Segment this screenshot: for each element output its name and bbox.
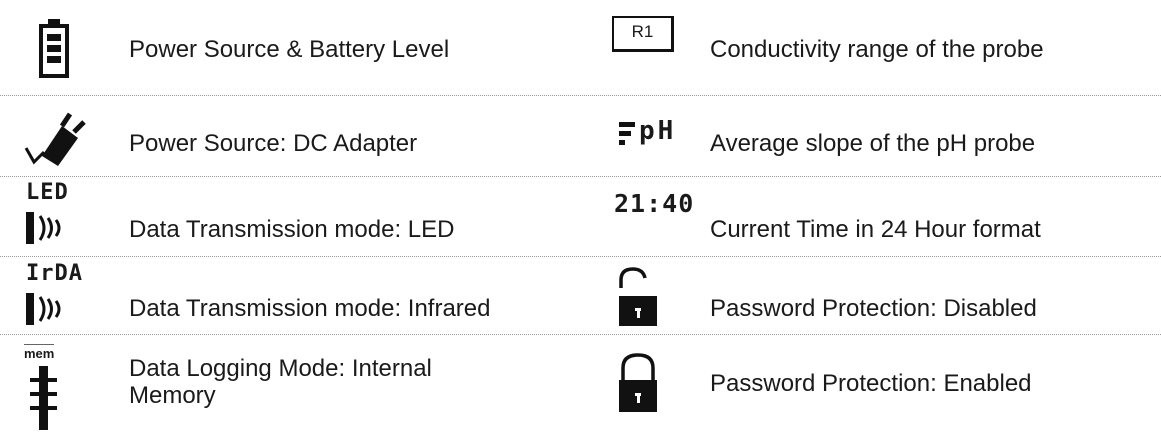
led-transmission-icon: LED [26, 182, 76, 246]
icon-caption: LED [26, 180, 69, 205]
battery-icon [38, 18, 70, 78]
row-divider [0, 95, 1161, 96]
legend-label: Current Time in 24 Hour format [710, 216, 1041, 243]
dc-adapter-plug-icon [22, 108, 86, 168]
icon-caption: pH [639, 116, 677, 146]
row-divider [0, 256, 1161, 257]
icon-caption: IrDA [26, 261, 83, 286]
legend-label: Power Source: DC Adapter [129, 130, 418, 157]
legend-label: Password Protection: Disabled [710, 295, 1037, 322]
legend-label: Average slope of the pH probe [710, 130, 1036, 157]
clock-digits-icon: 21:40 [614, 190, 694, 218]
icon-caption: R1 [612, 16, 674, 52]
internal-memory-icon: mem [24, 344, 64, 430]
infrared-transmission-icon: IrDA [26, 263, 83, 327]
icon-caption: mem [24, 344, 55, 361]
legend-label: Data Logging Mode: Internal Memory [129, 355, 432, 409]
legend-label: Conductivity range of the probe [710, 36, 1044, 63]
icon-legend-table: Power Source & Battery Level Power Sourc… [0, 0, 1161, 439]
row-divider [0, 334, 1161, 335]
icon-caption: 21:40 [614, 189, 695, 218]
legend-label: Data Transmission mode: LED [129, 216, 455, 243]
legend-label: Power Source & Battery Level [129, 36, 450, 63]
locked-padlock-icon [616, 352, 660, 414]
row-divider [0, 176, 1161, 177]
unlocked-padlock-icon [616, 266, 660, 328]
legend-label: Password Protection: Enabled [710, 370, 1032, 397]
range-box-icon: R1 [612, 16, 674, 52]
legend-label: Data Transmission mode: Infrared [129, 295, 491, 322]
